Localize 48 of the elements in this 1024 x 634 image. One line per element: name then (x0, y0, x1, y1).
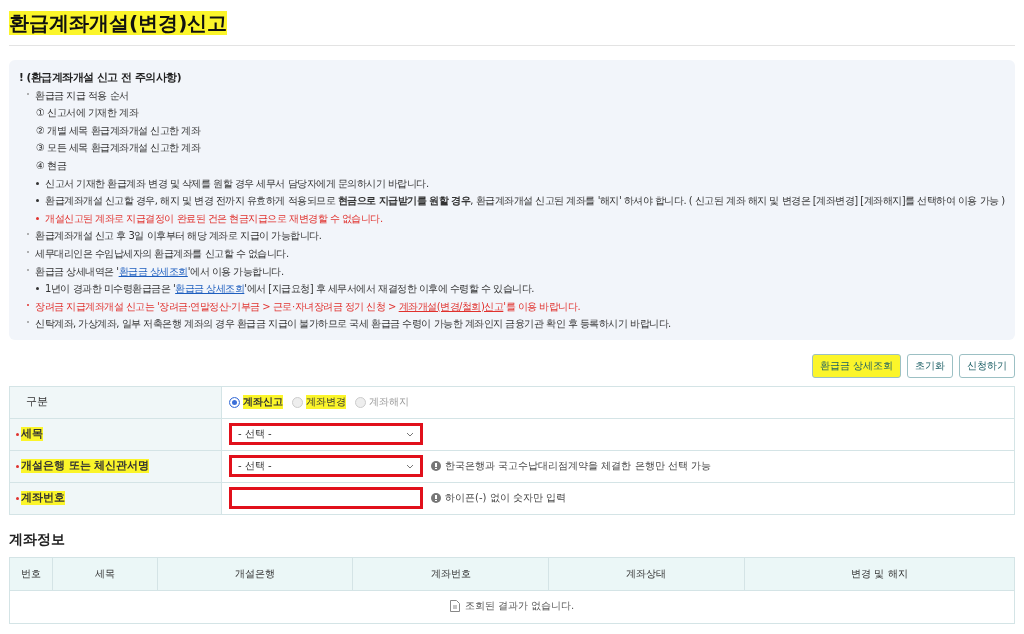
notice-text: 1년이 경과한 미수령환급금은 '환급금 상세조회'에서 [지급요청] 후 세무서에서 재결정한 이후에 수령할 수 있습니다. (45, 282, 534, 297)
notice-text: 세무대리인은 수임납세자의 환급계좌를 신고할 수 없습니다. (35, 246, 289, 261)
column-header: 계좌번호 (352, 557, 549, 591)
notice-text: 장려금 지급계좌개설 신고는 '장려금·연말정산·기부금 > 근로·자녀장려금 정기 신청 > 계좌개설(변경/철회)신고'를 이용 바랍니다. (35, 299, 581, 314)
bullet-icon (36, 217, 39, 221)
chevron-down-icon (406, 463, 414, 469)
field-label: 계좌번호 (21, 491, 65, 506)
action-button[interactable]: 신청하기 (959, 353, 1015, 378)
select-field[interactable]: - 선택 - (229, 455, 423, 478)
input-field[interactable] (229, 487, 423, 510)
bullet-icon (36, 199, 39, 203)
chevron-down-icon (406, 431, 414, 437)
notice-text: ① 신고서에 기재한 계좌 (36, 106, 138, 121)
column-header: 번호 (9, 557, 53, 591)
column-header: 변경 및 해지 (744, 557, 1015, 591)
field-hint: 하이픈(-) 없이 숫자만 입력 (445, 491, 566, 506)
detail-link[interactable]: 계좌개설(변경/철회)신고 (398, 300, 504, 312)
column-header: 계좌상태 (548, 557, 745, 591)
notice-text: ③ 모든 세목 환급계좌개설 신고한 계좌 (36, 141, 201, 156)
field-label: 개설은행 또는 체신관서명 (21, 459, 150, 474)
column-header: 세목 (52, 557, 158, 591)
notice-text: ② 개별 세목 환급계좌개설 신고한 계좌 (36, 123, 201, 138)
select-field[interactable]: - 선택 - (229, 423, 423, 446)
info-icon (431, 461, 441, 472)
document-icon (449, 600, 460, 613)
field-label: 세목 (21, 427, 43, 442)
bullet-icon (36, 181, 39, 185)
info-icon (431, 493, 441, 504)
notice-text: 신고서 기재한 환급계좌 변경 및 삭제를 원할 경우 세무서 담당자에게 문의하시기 바랍니다. (45, 176, 429, 191)
notice-text: 환급금 지급 적용 순서 (35, 88, 129, 103)
section-title: 계좌정보 (9, 530, 66, 549)
field-hint: 한국은행과 국고수납대리점계약을 체결한 은행만 선택 가능 (445, 459, 711, 474)
action-button[interactable]: 초기화 (907, 353, 953, 378)
column-header: 개설은행 (157, 557, 353, 591)
notice-text: 환급금 상세내역은 '환급금 상세조회'에서 이용 가능합니다. (35, 264, 284, 279)
notice-text: 환급계좌개설 신고할 경우, 해지 및 변경 전까지 유효하게 적용되므로 현금으로 지급받기를 원할 경우, 환급계좌개설 신고된 계좌를 '해지' 하셔야 합니다. ( 신고된 계좌 해지 및 변경은 [계좌변경] [계좌해지]를 선택하여 이용 가능 ) (45, 194, 1005, 209)
page-title: 환급계좌개설(변경)신고 (9, 11, 228, 35)
notice-text: ④ 현금 (36, 158, 67, 173)
action-button[interactable]: 환급금 상세조회 (811, 353, 901, 378)
detail-link[interactable]: 환급금 상세조회 (118, 265, 188, 277)
notice-text: 개설신고된 계좌로 지급결정이 완료된 건은 현금지급으로 재변경할 수 없습니다. (45, 211, 383, 226)
notice-text: 환급계좌개설 신고 후 3일 이후부터 해당 계좌로 지급이 가능합니다. (35, 229, 322, 244)
empty-message: 조회된 결과가 없습니다. (464, 599, 575, 614)
detail-link[interactable]: 환급금 상세조회 (175, 283, 245, 295)
bullet-icon (36, 287, 39, 291)
field-label: 구분 (25, 395, 48, 410)
notice-heading: ! (환급계좌개설 신고 전 주의사항) (19, 70, 182, 85)
notice-text: 신탁계좌, 가상계좌, 일부 저축은행 계좌의 경우 환급금 지급이 불가하므로 국세 환급금 수령이 가능한 계좌인지 금융기관 확인 후 등록하시기 바랍니다. (35, 317, 671, 332)
